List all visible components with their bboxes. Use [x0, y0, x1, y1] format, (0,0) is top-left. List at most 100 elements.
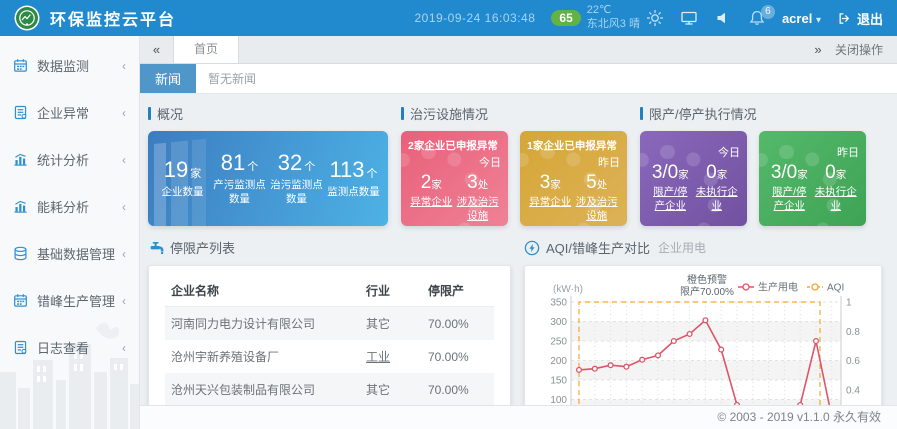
stat-label[interactable]: 未执行企业: [694, 186, 739, 213]
stat-label[interactable]: 涉及治污设施: [574, 196, 619, 223]
close-operations-menu[interactable]: 关闭操作: [835, 41, 897, 58]
chevron-left-icon: ‹: [122, 341, 126, 355]
overview-stat: 81个 产污监测点数量: [211, 150, 268, 206]
stat-unit: 家: [836, 169, 847, 181]
notifications-button[interactable]: 6: [748, 9, 766, 27]
svg-text:250: 250: [550, 337, 567, 348]
sidebar-item-label: 统计分析: [37, 150, 89, 169]
page-title: 环保监控云平台: [50, 6, 176, 30]
industry: 其它: [360, 373, 422, 405]
stat-value: 0: [825, 162, 836, 183]
sidebar-item-document[interactable]: 企业异常 ‹: [0, 89, 139, 136]
stat-value: 19: [164, 157, 188, 182]
chevron-left-icon: ‹: [122, 247, 126, 261]
stat-label: 企业数量: [154, 186, 211, 200]
sidebar-item-document[interactable]: 日志查看 ‹: [0, 324, 139, 371]
stat-value: 3: [540, 172, 551, 193]
aqi-badge: 65: [551, 10, 580, 26]
sidebar-item-label: 企业异常: [37, 103, 89, 122]
sidebar-item-calendar[interactable]: 错峰生产管理 ‹: [0, 277, 139, 324]
tabs-scroll-left-button[interactable]: «: [140, 36, 174, 63]
card-stat: 0家 未执行企业: [694, 162, 739, 213]
restriction-card: 今日 3/0家 限产/停产企业 0家 未执行企业: [640, 131, 747, 226]
stat-label[interactable]: 异常企业: [528, 196, 573, 210]
chevron-left-icon: ‹: [122, 106, 126, 120]
svg-text:限产70.00%: 限产70.00%: [680, 285, 734, 298]
display-icon[interactable]: [680, 9, 698, 27]
svg-text:AQI: AQI: [827, 283, 844, 294]
table-header-cell: 企业名称: [165, 274, 360, 307]
speaker-icon[interactable]: [714, 9, 732, 27]
sun-icon: [646, 9, 664, 27]
restriction-ratio: 70.00%: [422, 340, 494, 373]
stat-unit: 家: [797, 169, 808, 181]
chart-subtitle: 企业用电: [658, 239, 706, 256]
stat-label[interactable]: 限产/停产企业: [648, 186, 693, 213]
overview-section: 概况 19家 企业数量 81个 产污监测点数量 32个 治污监测点数量 113个…: [148, 104, 388, 226]
stat-label[interactable]: 未执行企业: [813, 186, 858, 213]
weather-widget[interactable]: 65 22℃ 东北风3 晴: [551, 4, 664, 32]
aqi-chart-title: AQI/错峰生产对比 企业用电: [524, 238, 882, 257]
title-accent-bar: [148, 107, 151, 120]
notification-count-badge: 6: [761, 5, 775, 19]
user-menu[interactable]: acrel ▾: [782, 11, 821, 26]
chevron-left-icon: ‹: [122, 294, 126, 308]
card-period: 昨日: [766, 144, 859, 160]
pollution-facility-title: 治污设施情况: [401, 104, 627, 123]
restriction-section: 限产/停产执行情况 今日 3/0家 限产/停产企业 0家 未执行企业: [640, 104, 866, 226]
overview-stats-card: 19家 企业数量 81个 产污监测点数量 32个 治污监测点数量 113个 监测…: [148, 131, 388, 226]
card-stat: 2家 异常企业: [409, 172, 454, 223]
table-row: 沧州宇新养殖设备厂 工业 70.00%: [165, 340, 494, 373]
card-stat: 3/0家 限产/停产企业: [648, 162, 693, 213]
card-stat: 0家 未执行企业: [813, 162, 858, 213]
stat-value: 5: [586, 172, 597, 193]
svg-text:0.4: 0.4: [846, 385, 860, 396]
pollution-card: 1家企业已申报异常 昨日 3家 异常企业 5处 涉及治污设施: [520, 131, 627, 226]
restriction-table: 企业名称行业停限产 河南同力电力设计有限公司 其它 70.00% 沧州宇新养殖设…: [165, 274, 494, 405]
sidebar-item-label: 能耗分析: [37, 197, 89, 216]
card-headline: 2家企业已申报异常: [408, 138, 501, 153]
sidebar-item-database[interactable]: 基础数据管理 ‹: [0, 230, 139, 277]
news-message: 暂无新闻: [208, 70, 256, 87]
stat-unit: 个: [304, 161, 315, 173]
overview-stat: 113个 监测点数量: [325, 157, 382, 200]
datetime: 2019-09-24 16:03:48: [414, 11, 535, 25]
tabs-scroll-right-button[interactable]: »: [801, 42, 835, 57]
stat-label[interactable]: 涉及治污设施: [455, 196, 500, 223]
sidebar-item-bar-chart[interactable]: 统计分析 ‹: [0, 136, 139, 183]
card-period: 今日: [408, 154, 501, 170]
restriction-table-card: 企业名称行业停限产 河南同力电力设计有限公司 其它 70.00% 沧州宇新养殖设…: [148, 265, 511, 405]
tab-home[interactable]: 首页: [174, 36, 239, 63]
logout-icon: [837, 11, 852, 26]
industry[interactable]: 工业: [360, 340, 422, 373]
stat-value: 113: [329, 157, 364, 182]
svg-text:0.8: 0.8: [846, 327, 860, 338]
table-header-cell: 行业: [360, 274, 422, 307]
table-row: 沧州天兴包装制品有限公司 其它 70.00%: [165, 373, 494, 405]
svg-text:150: 150: [550, 376, 567, 387]
app-window: 环保监控云平台 2019-09-24 16:03:48 65 22℃ 东北风3 …: [0, 0, 897, 429]
sidebar-item-bar-chart[interactable]: 能耗分析 ‹: [0, 183, 139, 230]
news-label[interactable]: 新闻: [140, 64, 196, 93]
chevron-down-icon: ▾: [816, 15, 821, 26]
stat-label[interactable]: 异常企业: [409, 196, 454, 210]
chevron-left-icon: ‹: [122, 59, 126, 73]
stat-label[interactable]: 限产/停产企业: [767, 186, 812, 213]
card-stat: 3处 涉及治污设施: [455, 172, 500, 223]
stat-value: 3/0: [652, 162, 678, 183]
logout-button[interactable]: 退出: [837, 9, 883, 28]
pollution-facility-section: 治污设施情况 2家企业已申报异常 今日 2家 异常企业 3处 涉及治污设施: [401, 104, 627, 226]
aqi-chart-section: AQI/错峰生产对比 企业用电 35030025020015010010.80.…: [524, 238, 882, 405]
bar-chart-icon: [13, 152, 28, 167]
svg-text:200: 200: [550, 356, 567, 367]
news-bar: 新闻 暂无新闻: [140, 64, 897, 94]
stat-value: 3: [467, 172, 478, 193]
restriction-title: 限产/停产执行情况: [640, 104, 866, 123]
sidebar-item-calendar[interactable]: 数据监测 ‹: [0, 42, 139, 89]
bar-chart-icon: [13, 199, 28, 214]
title-accent-bar: [401, 107, 404, 120]
card-stat: 3/0家 限产/停产企业: [767, 162, 812, 213]
card-period: 今日: [647, 144, 740, 160]
table-header-cell: 停限产: [422, 274, 494, 307]
card-headline: 1家企业已申报异常: [527, 138, 620, 153]
